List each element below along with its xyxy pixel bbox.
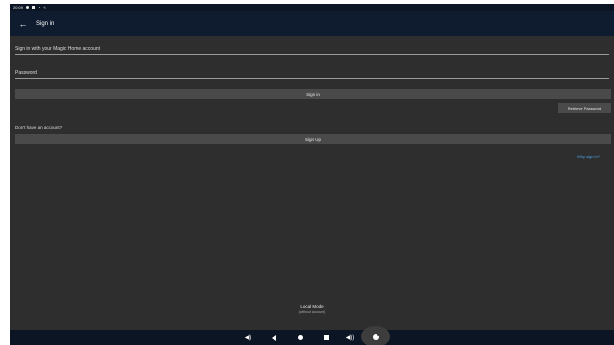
- local-mode-button[interactable]: Local Mode (without account): [262, 304, 362, 314]
- assistant-icon[interactable]: [361, 326, 390, 345]
- status-time: 20:09: [13, 5, 24, 10]
- nav-bar: ◀) ◀)): [10, 326, 614, 345]
- why-sign-in-link[interactable]: Why sign in?: [577, 154, 600, 159]
- back-icon[interactable]: [268, 330, 280, 345]
- sign-up-button[interactable]: Sign Up: [15, 134, 611, 144]
- status-bar: 20:09 ◔ ϟ: [10, 4, 614, 11]
- recents-icon[interactable]: [320, 330, 332, 345]
- app-bar: ← Sign in: [10, 11, 614, 36]
- charging-icon: ϟ: [43, 4, 46, 10]
- no-account-text: Don't have an account?: [15, 125, 63, 130]
- volume-up-icon[interactable]: ◀)): [343, 330, 357, 345]
- page-title: Sign in: [36, 20, 55, 27]
- account-field[interactable]: [15, 41, 609, 55]
- sign-in-button[interactable]: Sign in: [15, 89, 611, 99]
- local-mode-title: Local Mode: [300, 304, 324, 309]
- home-icon[interactable]: [294, 330, 306, 345]
- arrow-left-icon[interactable]: ←: [16, 17, 30, 31]
- sd-card-icon: [32, 6, 36, 9]
- circle-icon: [26, 6, 30, 9]
- account-input[interactable]: [15, 46, 609, 52]
- retrieve-password-button[interactable]: Retrieve Password: [558, 103, 611, 113]
- volume-down-icon[interactable]: ◀): [242, 330, 254, 345]
- password-field[interactable]: [15, 65, 609, 79]
- device-screen: 20:09 ◔ ϟ ← Sign in Sign in Retrieve Pas…: [10, 4, 614, 345]
- wifi-icon: ◔: [38, 4, 41, 10]
- password-input[interactable]: [15, 70, 609, 76]
- local-mode-subtitle: (without account): [298, 310, 326, 314]
